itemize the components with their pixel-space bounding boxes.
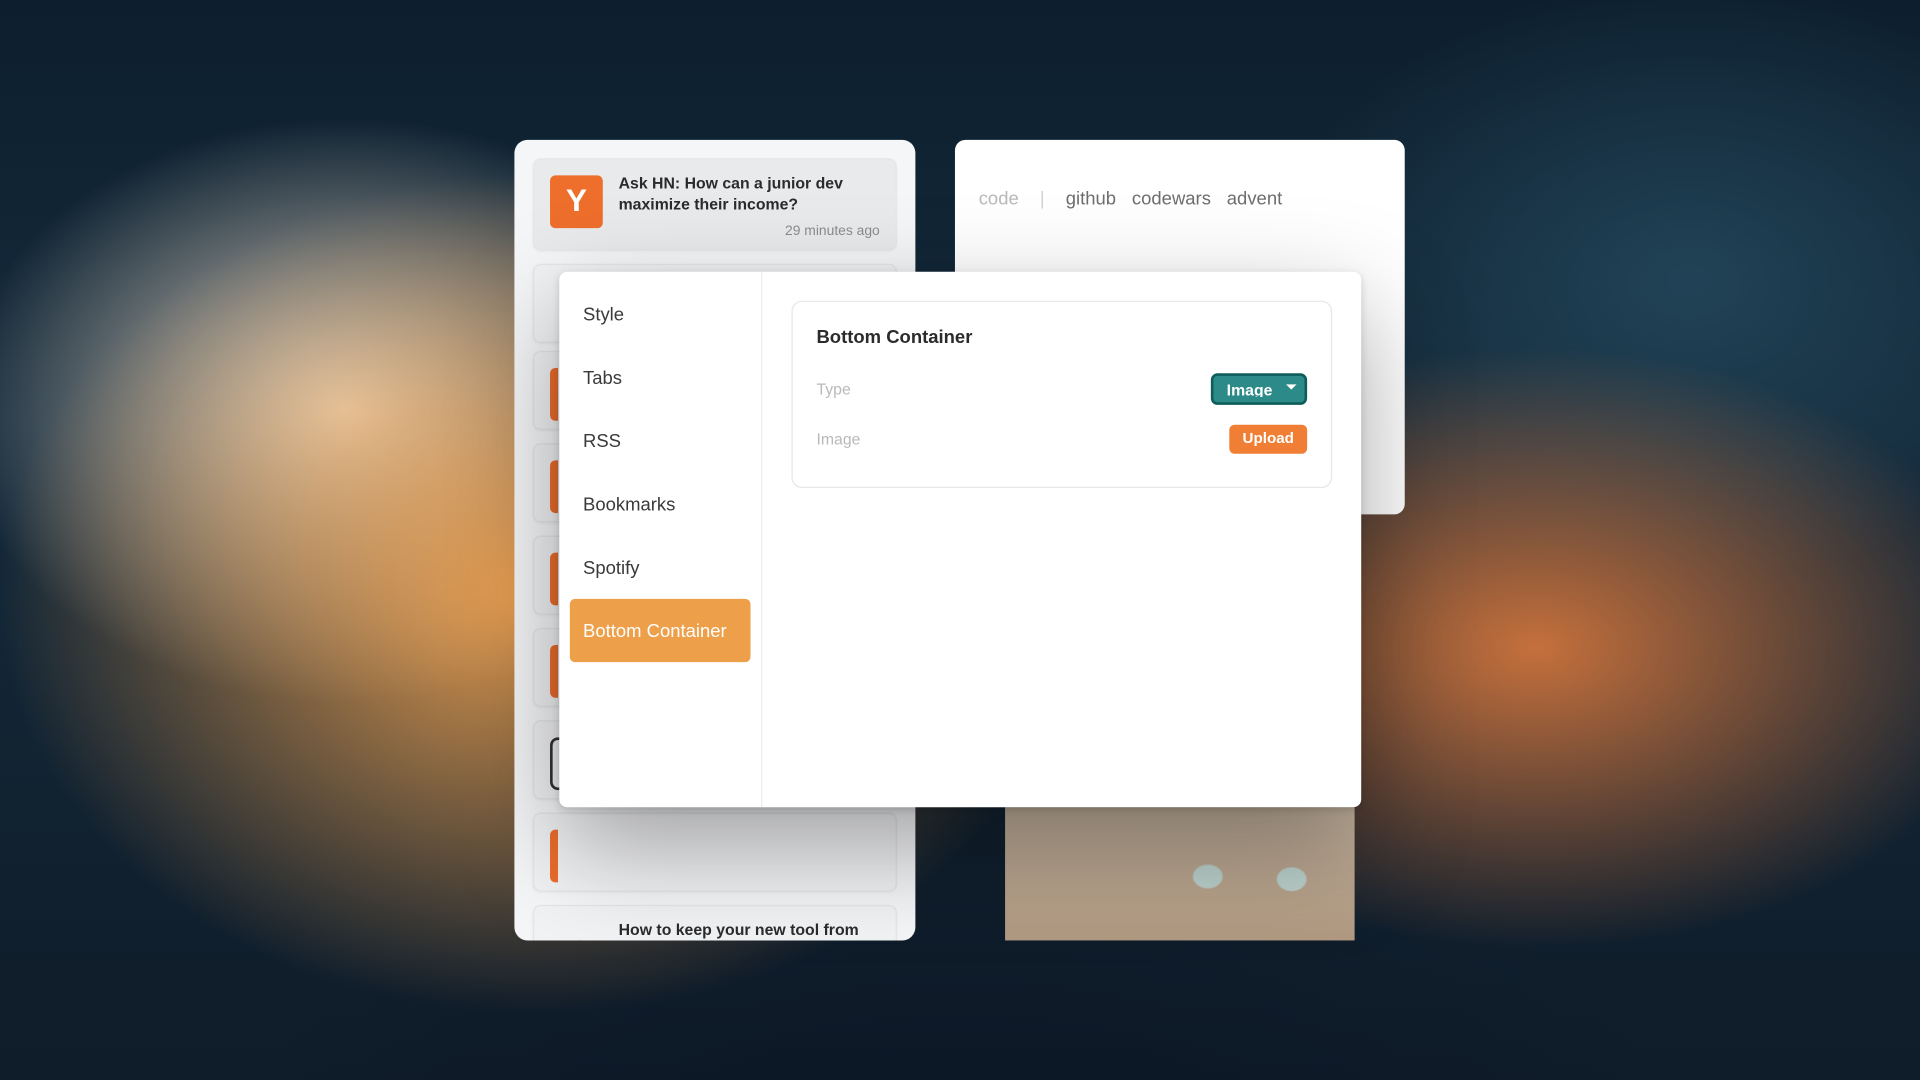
settings-content: Bottom Container Type Image Image Upload xyxy=(762,272,1361,808)
bottom-container-card: Bottom Container Type Image Image Upload xyxy=(791,301,1332,488)
type-select-wrap: Image xyxy=(1211,373,1307,405)
bookmark-link[interactable]: github xyxy=(1066,187,1116,208)
type-label: Type xyxy=(816,380,850,398)
settings-tab-rss[interactable]: RSS xyxy=(570,409,751,472)
settings-sidebar: Style Tabs RSS Bookmarks Spotify Bottom … xyxy=(559,272,762,808)
feed-item-icon xyxy=(550,830,603,883)
settings-tab-bottom-container[interactable]: Bottom Container xyxy=(570,599,751,662)
hn-icon: Y xyxy=(550,175,603,228)
settings-tab-tabs[interactable]: Tabs xyxy=(570,346,751,409)
feed-item[interactable]: How to keep your new tool from gathering… xyxy=(533,905,897,940)
bookmark-link[interactable]: codewars xyxy=(1132,187,1211,208)
feed-item-title: How to keep your new tool from gathering… xyxy=(619,920,880,941)
feed-item[interactable]: Y Ask HN: How can a junior dev maximize … xyxy=(533,158,897,251)
type-row: Type Image xyxy=(816,368,1307,410)
type-select[interactable]: Image xyxy=(1211,373,1307,405)
settings-dialog: Style Tabs RSS Bookmarks Spotify Bottom … xyxy=(559,272,1361,808)
image-row: Image Upload xyxy=(816,418,1307,460)
bottom-container-image xyxy=(1005,807,1355,940)
bookmarks-row: code | github codewars advent xyxy=(979,187,1381,208)
feed-item-title: Ask HN: How can a junior dev maximize th… xyxy=(619,173,880,216)
feed-item[interactable] xyxy=(533,813,897,892)
upload-button[interactable]: Upload xyxy=(1229,425,1307,454)
bookmark-group-label: code xyxy=(979,187,1019,208)
feed-item-time: 29 minutes ago xyxy=(619,223,880,239)
separator: | xyxy=(1040,187,1045,208)
image-label: Image xyxy=(816,430,860,448)
settings-tab-spotify[interactable]: Spotify xyxy=(570,536,751,599)
settings-tab-bookmarks[interactable]: Bookmarks xyxy=(570,472,751,535)
card-title: Bottom Container xyxy=(816,326,1307,347)
settings-tab-style[interactable]: Style xyxy=(570,282,751,345)
bookmark-link[interactable]: advent xyxy=(1227,187,1282,208)
stackoverflow-icon xyxy=(550,922,603,940)
